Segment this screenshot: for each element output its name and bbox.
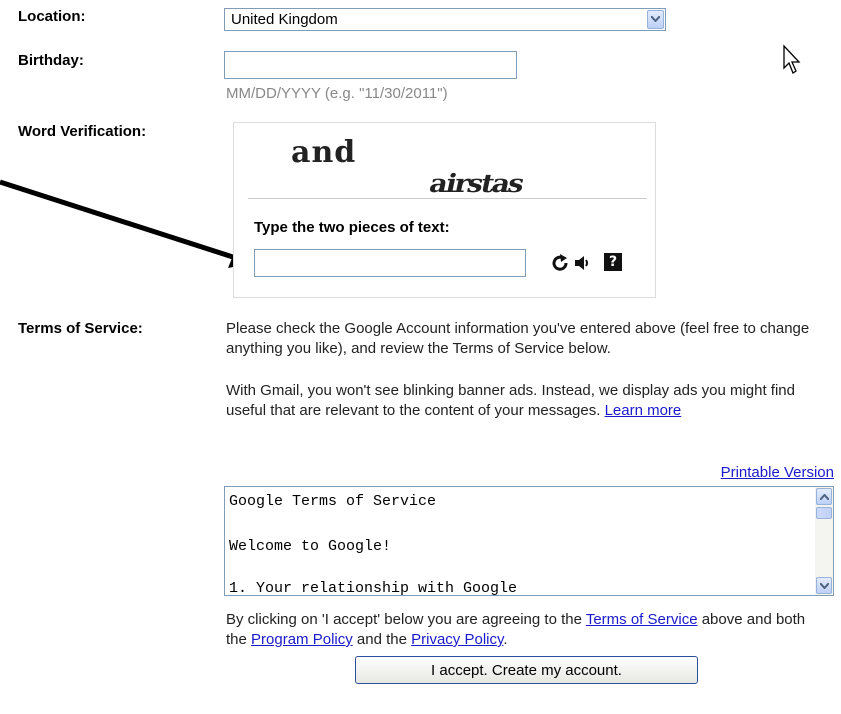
terms-scrollbar[interactable] — [815, 487, 833, 595]
terms-of-service-link[interactable]: Terms of Service — [586, 611, 698, 628]
gmail-ads-note: With Gmail, you won't see blinking banne… — [226, 381, 826, 421]
agreement-text: By clicking on 'I accept' below you are … — [226, 610, 826, 650]
birthday-input[interactable] — [224, 51, 517, 79]
mouse-cursor-icon — [783, 44, 801, 74]
captcha-word-1: and — [291, 135, 357, 170]
arrow-icon — [0, 179, 254, 268]
learn-more-link[interactable]: Learn more — [605, 402, 682, 419]
location-value: United Kingdom — [231, 11, 338, 28]
captcha-divider — [248, 198, 647, 199]
birthday-hint: MM/DD/YYYY (e.g. "11/30/2011") — [226, 85, 448, 102]
scroll-thumb[interactable] — [816, 507, 832, 519]
chevron-down-icon[interactable] — [647, 10, 664, 29]
terms-intro: Please check the Google Account informat… — [226, 320, 810, 357]
scroll-up-icon[interactable] — [816, 488, 832, 505]
gmail-ads-text: With Gmail, you won't see blinking banne… — [226, 382, 795, 419]
terms-line: Welcome to Google! — [229, 538, 392, 555]
privacy-policy-link[interactable]: Privacy Policy — [411, 631, 503, 648]
terms-label: Terms of Service: — [18, 320, 143, 337]
help-icon[interactable]: ? — [604, 253, 622, 271]
agree-text-pre: By clicking on 'I accept' below you are … — [226, 611, 582, 628]
terms-line: Google Terms of Service — [229, 493, 437, 510]
agree-text-end: . — [503, 631, 508, 648]
printable-version-link[interactable]: Printable Version — [721, 464, 834, 481]
birthday-label: Birthday: — [18, 52, 84, 69]
program-policy-link[interactable]: Program Policy — [251, 631, 353, 648]
terms-textarea[interactable]: Google Terms of Service Welcome to Googl… — [224, 486, 834, 597]
captcha-prompt: Type the two pieces of text: — [254, 219, 450, 236]
accept-create-account-button[interactable]: I accept. Create my account. — [355, 656, 698, 684]
terms-line: 1. Your relationship with Google — [229, 580, 518, 597]
captcha-word-2: airstas — [426, 168, 526, 199]
location-select[interactable]: United Kingdom — [224, 8, 666, 31]
audio-icon[interactable] — [573, 253, 593, 277]
refresh-icon[interactable] — [550, 253, 570, 277]
location-label: Location: — [18, 8, 86, 25]
captcha-box: and airstas Type the two pieces of text:… — [233, 122, 656, 298]
captcha-input[interactable] — [254, 249, 526, 277]
verification-label: Word Verification: — [18, 123, 147, 140]
agree-text-and: and the — [356, 631, 407, 648]
scroll-down-icon[interactable] — [816, 577, 832, 594]
